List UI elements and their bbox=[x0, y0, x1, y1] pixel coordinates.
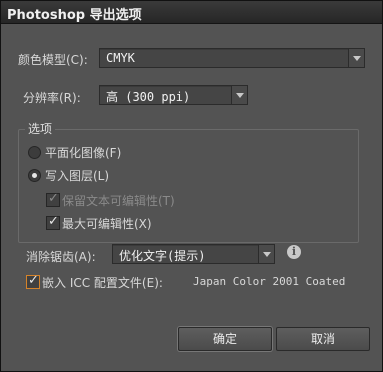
info-icon[interactable]: i bbox=[287, 245, 301, 259]
color-mode-label: 颜色模型(C): bbox=[18, 53, 88, 67]
antialias-value: 优化文字(提示) bbox=[119, 249, 206, 263]
flatten-image-label: 平面化图像(F) bbox=[45, 146, 122, 160]
write-layers-radio[interactable] bbox=[28, 169, 41, 182]
color-mode-dropdown[interactable]: CMYK bbox=[99, 48, 365, 68]
resolution-dropdown[interactable]: 高 (300 ppi) bbox=[99, 85, 248, 105]
max-editability-checkbox[interactable]: ✓ bbox=[46, 214, 60, 230]
resolution-label: 分辨率(R): bbox=[23, 91, 81, 105]
preserve-text-label: 保留文本可编辑性(T) bbox=[62, 194, 175, 208]
icc-profile-value: Japan Color 2001 Coated bbox=[193, 275, 346, 288]
max-editability-label: 最大可编辑性(X) bbox=[62, 217, 152, 231]
flatten-image-radio[interactable] bbox=[28, 146, 41, 159]
export-options-dialog: Photoshop 导出选项 颜色模型(C): CMYK 分辨率(R): 高 (… bbox=[0, 0, 383, 372]
ok-button[interactable]: 确定 bbox=[178, 327, 272, 351]
cancel-button[interactable]: 取消 bbox=[276, 327, 370, 351]
embed-icc-checkbox[interactable]: ✓ bbox=[26, 273, 40, 289]
check-icon: ✓ bbox=[28, 273, 39, 288]
window-title: Photoshop 导出选项 bbox=[7, 8, 142, 23]
title-bar[interactable]: Photoshop 导出选项 bbox=[1, 1, 382, 24]
options-group-title: 选项 bbox=[25, 120, 56, 137]
write-layers-label: 写入图层(L) bbox=[45, 169, 110, 183]
check-icon: ✓ bbox=[48, 214, 59, 229]
chevron-down-icon bbox=[348, 49, 364, 67]
preserve-text-checkbox[interactable]: ✓ bbox=[46, 191, 60, 207]
resolution-value: 高 (300 ppi) bbox=[106, 90, 191, 104]
embed-icc-label: 嵌入 ICC 配置文件(E): bbox=[42, 276, 163, 290]
antialias-label: 消除锯齿(A): bbox=[26, 250, 96, 264]
color-mode-value: CMYK bbox=[106, 51, 135, 65]
antialias-dropdown[interactable]: 优化文字(提示) bbox=[112, 244, 275, 264]
chevron-down-icon bbox=[231, 86, 247, 104]
check-icon: ✓ bbox=[48, 191, 59, 206]
chevron-down-icon bbox=[258, 245, 274, 263]
